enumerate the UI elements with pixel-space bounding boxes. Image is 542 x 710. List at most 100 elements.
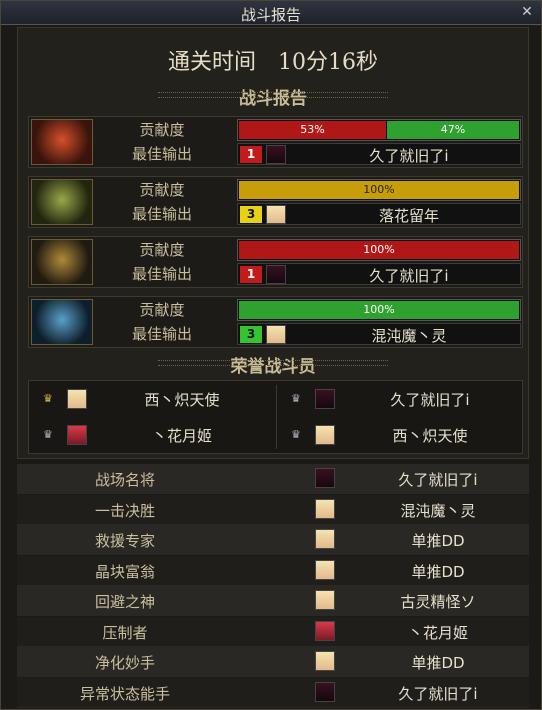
award-row: 净化妙手 单推DD (17, 647, 529, 677)
award-row: 战场名将 久了就旧了i (17, 464, 529, 494)
rank-badge: 3 (240, 326, 262, 343)
battle-report-header: 战斗报告 (18, 84, 528, 109)
award-title: 晶块富翁 (94, 562, 155, 581)
contribution-label: 贡献度 (139, 121, 185, 139)
window-title: 战斗报告 (240, 6, 301, 24)
award-player-name: 久了就旧了i (398, 471, 478, 489)
best-output-box: 1 久了就旧了i (237, 263, 521, 285)
boss-row: 贡献度最佳输出 100% 3 落花留年 (28, 176, 523, 228)
contribution-segment: 100% (239, 181, 519, 199)
award-row: 晶块富翁 单推DD (17, 555, 529, 586)
awards-list: 战场名将 久了就旧了i 一击决胜 混沌魔丶灵 救援专家 单推DD 晶块富翁 单推DD 回避之神古… (17, 464, 529, 709)
blonde-avatar-icon (315, 498, 335, 519)
award-player-name: 久了就旧了i (398, 684, 478, 703)
shadow-boss-emblem-icon (31, 239, 93, 285)
best-output-label: 最佳输出 (131, 265, 192, 283)
dark-avatar-icon (266, 145, 286, 164)
award-title: 压制者 (102, 623, 148, 642)
honor-header: 荣誉战斗员 (18, 352, 528, 377)
title-bar: 战斗报告 ✕ (1, 1, 541, 25)
award-player-name: 古灵精怪ソ (400, 593, 476, 611)
contribution-segment: 100% (239, 241, 519, 259)
ornament-left-icon (158, 92, 278, 98)
red-hair-avatar-icon (315, 620, 335, 641)
blonde-avatar-icon (315, 425, 335, 445)
contribution-label: 贡献度 (139, 181, 185, 199)
honor-player: ♛ 久了就旧了i (277, 383, 523, 417)
award-player-name: 单推DD (411, 654, 465, 672)
contribution-bar: 100% (237, 239, 521, 261)
best-output-box: 1 久了就旧了i (237, 143, 521, 165)
blonde-avatar-icon (315, 529, 335, 549)
award-title: 一击决胜 (94, 501, 155, 520)
ice-boss-emblem-icon (31, 299, 93, 345)
best-output-label: 最佳输出 (131, 325, 192, 343)
blonde-avatar-icon (67, 389, 87, 409)
award-title: 救援专家 (94, 532, 155, 550)
blonde-avatar-icon (315, 651, 335, 671)
dark-avatar-icon (315, 468, 335, 488)
best-output-label: 最佳输出 (131, 205, 192, 223)
boss-row: 贡献度最佳输出 100% 1 久了就旧了i (28, 236, 523, 288)
honor-player: ♛ 西丶炽天使 (277, 419, 523, 453)
red-hair-avatar-icon (67, 425, 87, 445)
award-row: 救援专家 单推DD (17, 525, 529, 555)
gold-crown-icon: ♛ (43, 392, 53, 405)
boss-row: 贡献度最佳输出 53% 47% 1 久了就旧了i (28, 116, 523, 168)
award-title: 异常状态能手 (79, 684, 170, 703)
silver-crown-icon: ♛ (291, 392, 301, 405)
contribution-label: 贡献度 (139, 301, 185, 319)
rank-badge: 3 (240, 206, 262, 223)
honor-player: ♛ 丶花月姬 (29, 419, 275, 453)
award-row: 异常状态能手 久了就旧了i (17, 677, 529, 708)
player-name: 落花留年 (378, 207, 439, 225)
player-name: 久了就旧了i (369, 267, 449, 285)
contribution-bar: 53% 47% (237, 119, 521, 141)
award-title: 净化妙手 (94, 654, 155, 672)
dark-avatar-icon (266, 265, 286, 284)
award-title: 战场名将 (94, 471, 155, 489)
contribution-segment: 100% (239, 301, 519, 319)
award-row: 一击决胜 混沌魔丶灵 (17, 494, 529, 525)
honor-player-name: 西丶炽天使 (144, 391, 220, 409)
boss-row: 贡献度最佳输出 100% 3 混沌魔丶灵 (28, 296, 523, 348)
fire-boss-emblem-icon (31, 119, 93, 165)
contribution-segment: 53% (239, 121, 386, 139)
honor-list: ♛ 西丶炽天使 ♛ 久了就旧了i ♛ 丶花月姬 ♛ 西丶炽天使 (28, 380, 523, 454)
silver-crown-icon: ♛ (291, 428, 301, 441)
award-row: 压制者 丶花月姬 (17, 616, 529, 647)
award-player-name: 单推DD (411, 562, 465, 581)
contribution-segment: 47% (387, 121, 519, 139)
close-icon[interactable]: ✕ (519, 4, 535, 20)
contribution-bar: 100% (237, 299, 521, 321)
blonde-avatar-icon (315, 559, 335, 580)
contribution-bar: 100% (237, 179, 521, 201)
ornament-left-icon (158, 360, 278, 366)
ornament-right-icon (268, 360, 388, 366)
honor-player-name: 西丶炽天使 (392, 427, 468, 445)
best-output-label: 最佳输出 (131, 145, 192, 163)
report-panel: 通关时间 10分16秒 战斗报告 贡献度 最佳输出 53% 47% 1 久了就旧了i 贡献度… (17, 27, 529, 459)
award-player-name: 单推DD (411, 532, 465, 550)
rank-badge: 1 (240, 146, 262, 163)
nature-boss-emblem-icon (31, 179, 93, 225)
honor-player-name: 久了就旧了i (390, 391, 470, 409)
honor-player-name: 丶花月姬 (151, 427, 212, 445)
contribution-label: 贡献度 (139, 241, 185, 259)
blonde-avatar-icon (266, 205, 286, 224)
best-output-box: 3 落花留年 (237, 203, 521, 225)
player-name: 久了就旧了i (369, 147, 449, 165)
dark-avatar-icon (315, 389, 335, 409)
award-row: 回避之神 古灵精怪ソ (17, 586, 529, 616)
blonde-avatar-icon (266, 325, 286, 344)
best-output-box: 3 混沌魔丶灵 (237, 323, 521, 345)
rank-badge: 1 (240, 266, 262, 283)
ornament-right-icon (268, 92, 388, 98)
award-player-name: 混沌魔丶灵 (400, 501, 476, 520)
honor-player: ♛ 西丶炽天使 (29, 383, 275, 417)
award-title: 回避之神 (94, 593, 155, 611)
battle-report-window: 战斗报告 ✕ 通关时间 10分16秒 战斗报告 贡献度 最佳输出 53% 47% 1 久了… (0, 0, 542, 710)
clear-time: 通关时间 10分16秒 (168, 50, 378, 75)
silver-crown-icon: ♛ (43, 428, 53, 441)
award-player-name: 丶花月姬 (407, 623, 468, 642)
